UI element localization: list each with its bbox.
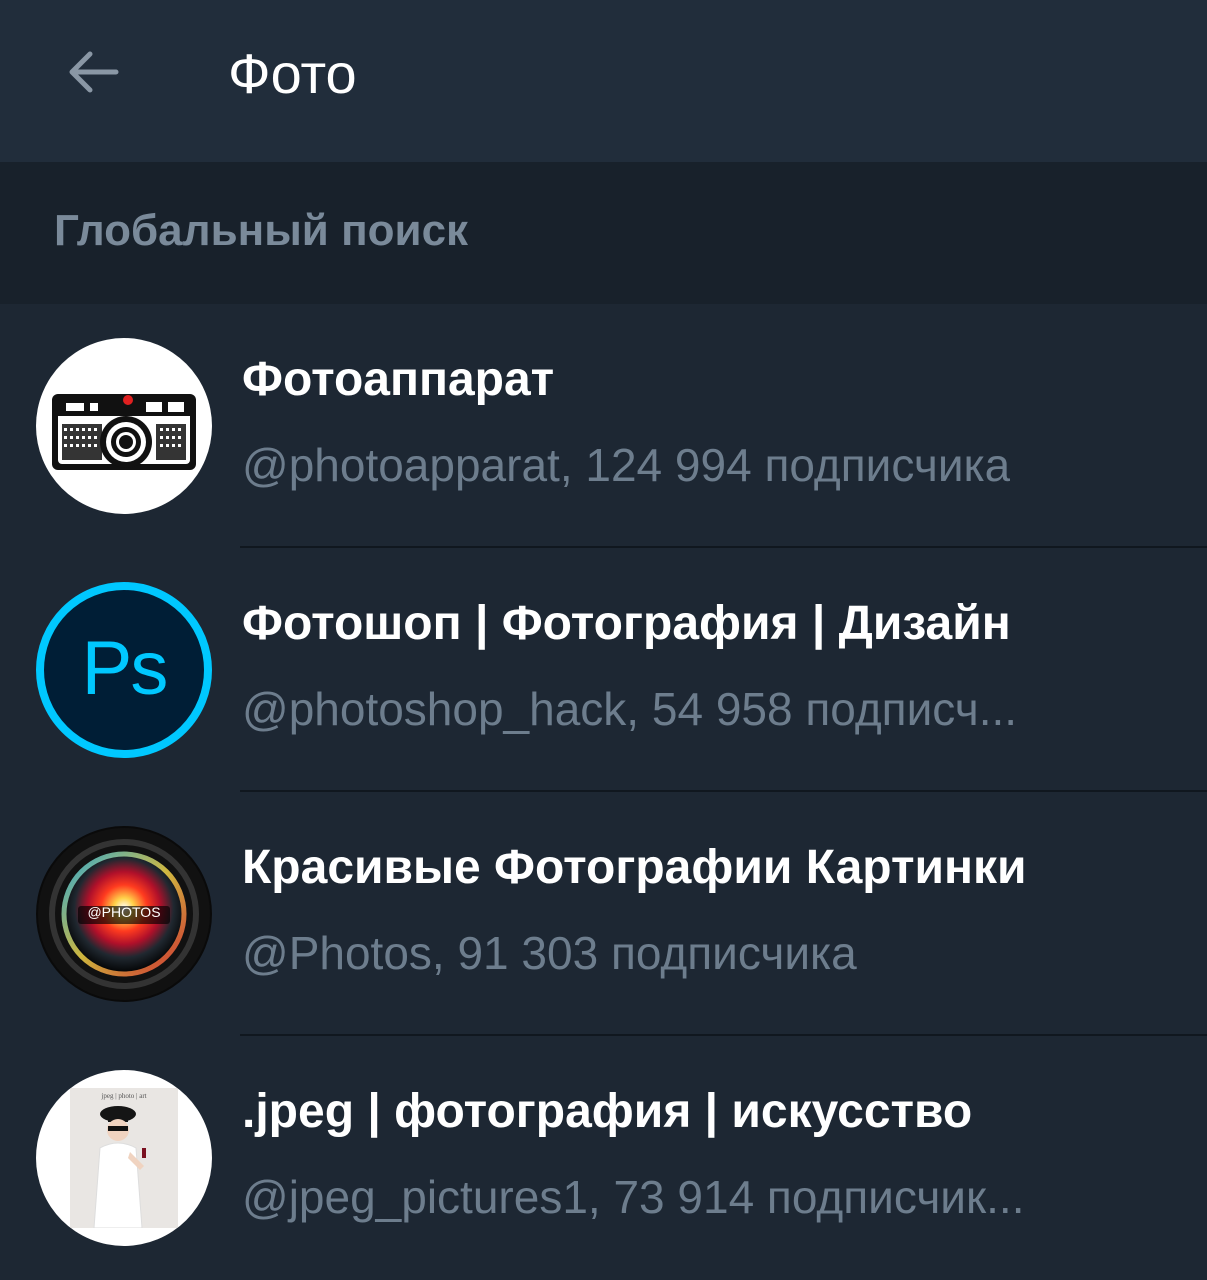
avatar: jpeg | photo | art [36,1070,212,1246]
list-item[interactable]: Фотоаппарат @photoapparat, 124 994 подпи… [0,304,1207,548]
page-title: Фото [228,42,357,105]
section-label: Глобальный поиск [54,206,469,255]
channel-subtitle: @photoshop_hack, 54 958 подписч... [242,683,1018,735]
portrait-photo-icon: jpeg | photo | art [70,1088,178,1228]
search-results-list: Фотоаппарат @photoapparat, 124 994 подпи… [0,304,1207,1272]
avatar-text: @PHOTOS [87,904,161,920]
avatar-text: jpeg | photo | art [101,1092,147,1100]
channel-name: Фотоаппарат [242,353,555,406]
back-button[interactable] [52,30,136,114]
channel-name: Красивые Фотографии Картинки [242,841,1027,894]
arrow-left-icon [69,51,119,93]
list-item[interactable]: @PHOTOS Красивые Фотографии Картинки @Ph… [0,792,1207,1036]
screen: Фото Глобальный поиск Фотоаппарат @photo… [0,0,1207,1280]
avatar: Ps [36,582,212,758]
channel-subtitle: @photoapparat, 124 994 подписчика [242,439,1011,491]
list-item[interactable]: jpeg | photo | art .jpeg | фотография | … [0,1036,1207,1272]
channel-subtitle: @jpeg_pictures1, 73 914 подписчик... [242,1171,1025,1223]
avatar: @PHOTOS [36,826,212,1002]
avatar [36,338,212,514]
list-item[interactable]: Ps Фотошоп | Фотография | Дизайн @photos… [0,548,1207,792]
top-bar: Фото [0,0,1207,162]
camera-icon [52,394,196,470]
photoshop-logo-icon: Ps [81,625,169,711]
channel-subtitle: @Photos, 91 303 подписчика [242,927,857,979]
portrait-figure [93,1106,146,1228]
global-search-header: Глобальный поиск [0,162,1207,304]
channel-name: Фотошоп | Фотография | Дизайн [242,597,1011,650]
channel-name: .jpeg | фотография | искусство [242,1085,973,1138]
